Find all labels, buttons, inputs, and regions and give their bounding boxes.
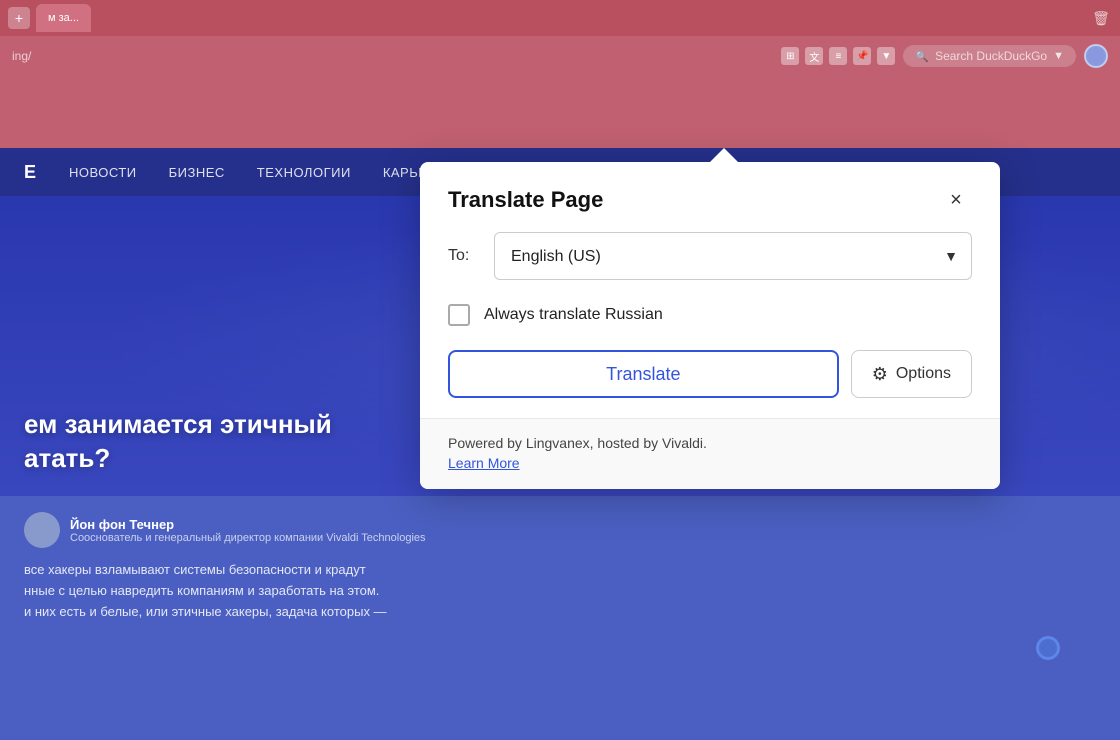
close-button[interactable]: × <box>940 184 972 216</box>
always-translate-checkbox[interactable] <box>448 304 470 326</box>
trash-icon[interactable]: 🗑 <box>1090 7 1112 29</box>
bookmark-icon[interactable]: ⊞ <box>781 47 799 65</box>
browser-chrome: + м за... 🗑 ing/ ⊞ 文 ≡ 📌 ▼ 🔍 Search Duck… <box>0 0 1120 148</box>
options-button[interactable]: ⚙ Options <box>851 350 972 398</box>
address-bar: ing/ ⊞ 文 ≡ 📌 ▼ 🔍 Search DuckDuckGo ▼ <box>0 36 1120 76</box>
new-tab-button[interactable]: + <box>8 7 30 29</box>
modal-caret <box>710 148 738 162</box>
learn-more-link[interactable]: Learn More <box>448 455 520 471</box>
options-button-label: Options <box>896 365 951 383</box>
search-box[interactable]: 🔍 Search DuckDuckGo ▼ <box>903 45 1076 67</box>
footer-powered-by-text: Powered by Lingvanex, hosted by Vivaldi. <box>448 435 972 451</box>
always-translate-label: Always translate Russian <box>484 306 663 324</box>
translate-button[interactable]: Translate <box>448 350 839 398</box>
search-icon: 🔍 <box>915 50 929 63</box>
modal-title: Translate Page <box>448 187 603 213</box>
user-avatar[interactable] <box>1084 44 1108 68</box>
language-select-row: To: English (US) English (UK) Spanish Fr… <box>448 232 972 280</box>
modal-footer: Powered by Lingvanex, hosted by Vivaldi.… <box>420 418 1000 489</box>
toolbar-icons: ⊞ 文 ≡ 📌 ▼ <box>781 47 895 65</box>
language-select[interactable]: English (US) English (UK) Spanish French… <box>494 232 972 280</box>
modal-overlay: Translate Page × To: English (US) Englis… <box>0 148 1120 740</box>
browser-tab[interactable]: м за... <box>36 4 91 32</box>
dropdown-icon[interactable]: ▼ <box>877 47 895 65</box>
reader-icon[interactable]: ≡ <box>829 47 847 65</box>
to-label: To: <box>448 247 478 265</box>
gear-icon: ⚙ <box>872 364 888 385</box>
tab-bar: + м за... 🗑 <box>0 0 1120 36</box>
pin-icon[interactable]: 📌 <box>853 47 871 65</box>
action-button-row: Translate ⚙ Options <box>448 350 972 398</box>
search-dropdown-icon: ▼ <box>1053 50 1064 62</box>
modal-header: Translate Page × <box>420 162 1000 232</box>
modal-body: To: English (US) English (UK) Spanish Fr… <box>420 232 1000 418</box>
translate-dialog: Translate Page × To: English (US) Englis… <box>420 162 1000 489</box>
tab-label: м за... <box>48 12 79 24</box>
translate-icon[interactable]: 文 <box>805 47 823 65</box>
address-text: ing/ <box>12 49 31 63</box>
search-placeholder: Search DuckDuckGo <box>935 49 1047 63</box>
language-select-wrapper: English (US) English (UK) Spanish French… <box>494 232 972 280</box>
always-translate-row: Always translate Russian <box>448 304 972 326</box>
